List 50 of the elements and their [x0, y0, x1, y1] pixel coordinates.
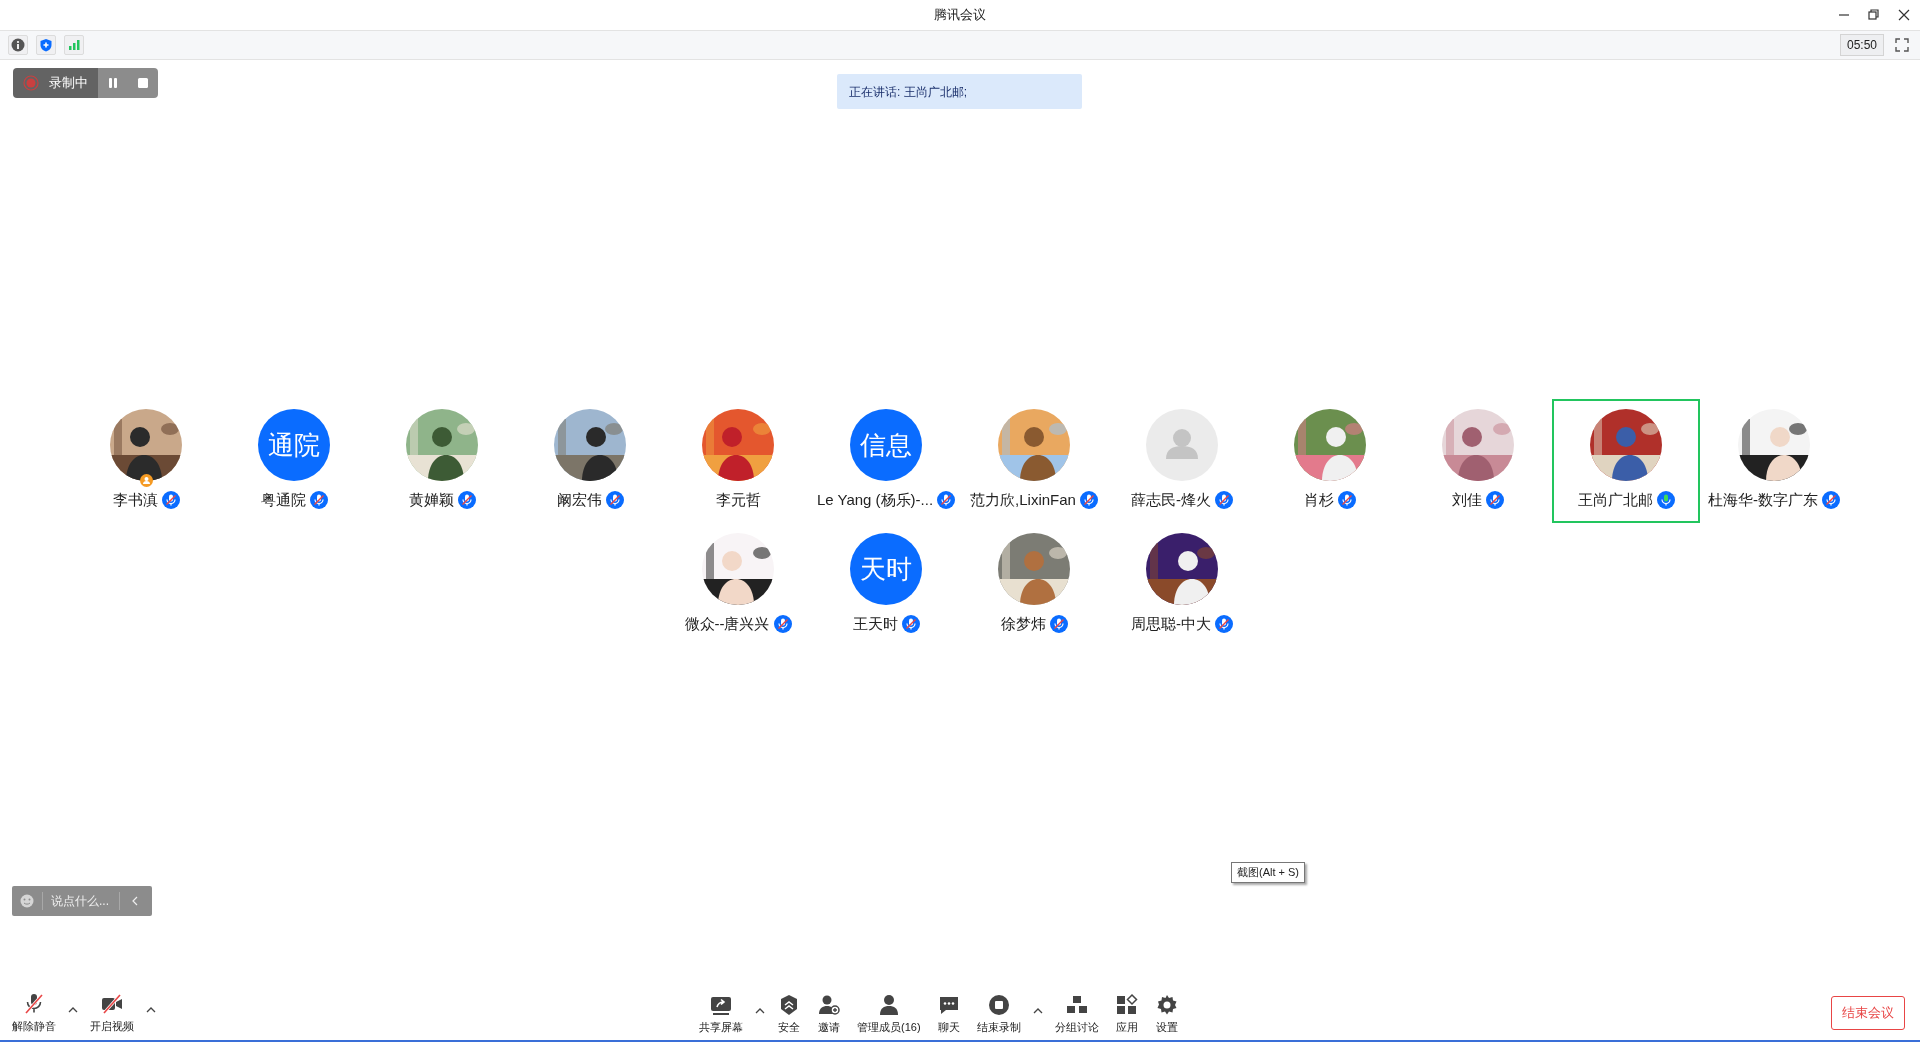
- participant-name: 黄婵颖: [408, 490, 454, 510]
- stop-icon[interactable]: [137, 77, 149, 89]
- avatar-initials: 通院: [258, 409, 330, 481]
- toolbar-button[interactable]: 聊天: [932, 990, 965, 1038]
- participant-name: 徐梦炜: [1000, 614, 1046, 634]
- toolbar-button[interactable]: 开启视频: [86, 989, 138, 1037]
- participant-name: 王尚广北邮: [1577, 490, 1653, 510]
- recording-label: 录制中: [49, 74, 88, 93]
- close-icon[interactable]: [1898, 9, 1910, 21]
- record-icon: [23, 75, 39, 91]
- chat-input-bar: 说点什么...: [12, 886, 152, 916]
- pause-icon[interactable]: [107, 77, 119, 89]
- avatar-initials: 信息: [850, 409, 922, 481]
- avatar-initials: 天时: [850, 533, 922, 605]
- info-icon[interactable]: [11, 38, 25, 52]
- toolbar-button[interactable]: 共享屏幕: [695, 990, 747, 1038]
- toolbar-button[interactable]: 解除静音: [8, 989, 60, 1037]
- participant-name: 薛志民-烽火: [1131, 490, 1211, 510]
- avatar-icon: [1146, 409, 1218, 481]
- toolbar-button[interactable]: 设置: [1150, 990, 1183, 1038]
- caret-icon[interactable]: [68, 1006, 78, 1014]
- participant-name: 阚宏伟: [556, 490, 602, 510]
- caret-icon[interactable]: [755, 1007, 765, 1015]
- caret-icon[interactable]: [146, 1006, 156, 1014]
- participant-name: 李书滇: [112, 490, 158, 510]
- participant-name: 粤通院: [260, 490, 306, 510]
- toolbar-button[interactable]: 分组讨论: [1050, 990, 1103, 1038]
- fullscreen-icon[interactable]: [1895, 38, 1909, 52]
- participant-name: 周思聪-中大: [1131, 614, 1211, 634]
- end-meeting-button[interactable]: 结束会议: [1831, 996, 1905, 1030]
- meeting-timer: 05:50: [1839, 34, 1884, 56]
- shield-icon[interactable]: [39, 38, 53, 52]
- toolbar-button[interactable]: 邀请: [813, 990, 845, 1038]
- participant-name: 刘佳: [1452, 490, 1482, 510]
- participant-name: 微众--唐兴兴: [684, 614, 770, 634]
- speaking-banner: 正在讲话: 王尚广北邮;: [837, 74, 1082, 109]
- window-title: 腾讯会议: [934, 6, 986, 25]
- participant-name: 杜海华-数字广东: [1708, 490, 1818, 510]
- participant-name: Le Yang (杨乐)-...: [816, 490, 934, 510]
- participant-name: 范力欣,LixinFan: [970, 490, 1076, 510]
- participant-name: 肖杉: [1304, 490, 1334, 510]
- tooltip: 截图(Alt + S): [1231, 862, 1306, 883]
- restore-icon[interactable]: [1868, 9, 1880, 21]
- toolbar-button[interactable]: 安全: [773, 990, 805, 1038]
- participant-name: 李元哲: [715, 490, 761, 510]
- caret-icon[interactable]: [1032, 1007, 1043, 1015]
- toolbar-button[interactable]: 应用: [1110, 990, 1143, 1038]
- participant-name: 王天时: [852, 614, 898, 634]
- toolbar-button[interactable]: 结束录制: [972, 990, 1025, 1038]
- toolbar-button[interactable]: 管理成员(16): [853, 990, 925, 1038]
